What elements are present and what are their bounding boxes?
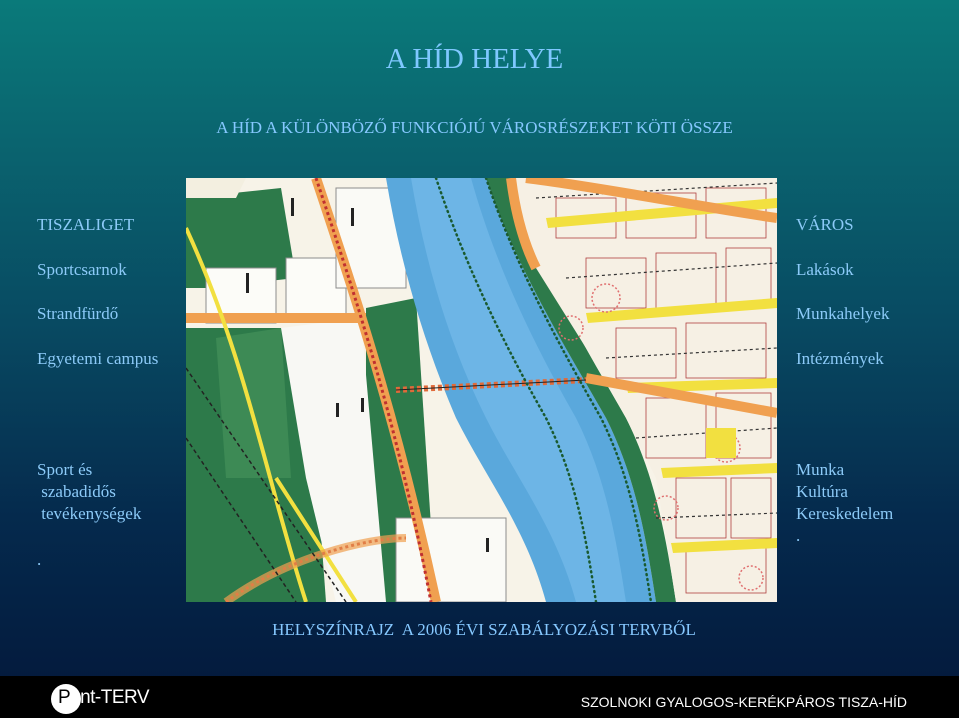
logo-letter: P — [58, 687, 71, 708]
right-item-munkahelyek: Munkahelyek — [796, 304, 890, 323]
left-item-campus: Egyetemi campus — [37, 349, 159, 368]
left-item-strandfurdo: Strandfürdő — [37, 304, 119, 323]
right-trailing-mark: . — [796, 526, 801, 545]
slide-title: A HÍD HELYE — [385, 43, 564, 75]
left-item-sportcsarnok: Sportcsarnok — [37, 260, 127, 279]
right-item-intezmenyek: Intézmények — [796, 349, 884, 368]
left-lower-line-2: szabadidős — [37, 482, 116, 501]
right-heading: VÁROS — [796, 215, 854, 234]
slide: A HÍD HELYE A HÍD A KÜLÖNBÖZŐ FUNKCIÓJÚ … — [0, 0, 959, 718]
left-heading: TISZALIGET — [37, 215, 135, 234]
right-lower-line-3: Kereskedelem — [796, 504, 894, 523]
left-lower-line-3: tevékenységek — [37, 504, 142, 523]
site-plan-drawing — [186, 178, 777, 602]
logo-text: ont-TERV — [70, 687, 150, 708]
left-lower-line-1: Sport és — [37, 460, 93, 479]
slide-subtitle: A HÍD A KÜLÖNBÖZŐ FUNKCIÓJÚ VÁROSRÉSZEKE… — [216, 118, 733, 137]
right-lower-line-1: Munka — [796, 460, 845, 479]
right-lower-line-2: Kultúra — [796, 482, 848, 501]
site-plan-map — [186, 178, 777, 602]
footer-project-title: SZOLNOKI GYALOGOS-KERÉKPÁROS TISZA-HÍD — [580, 694, 907, 710]
right-item-lakasok: Lakások — [796, 260, 854, 279]
map-caption: HELYSZÍNRAJZ A 2006 ÉVI SZABÁLYOZÁSI TER… — [272, 620, 696, 639]
left-trailing-mark: . — [37, 550, 42, 569]
